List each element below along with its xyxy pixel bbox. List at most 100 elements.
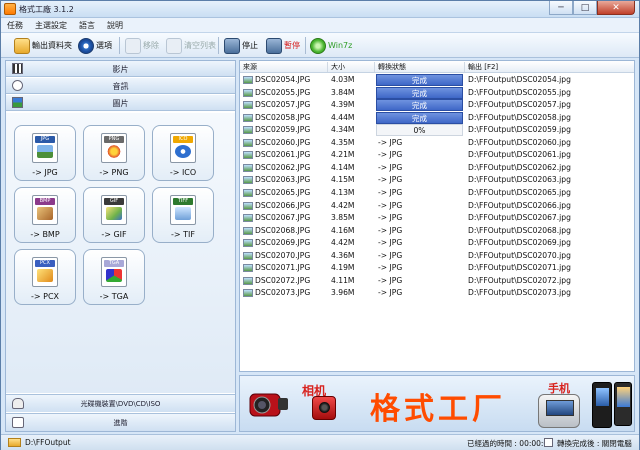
maximize-button[interactable]: □	[573, 1, 597, 15]
row-size: 4.21M	[331, 150, 355, 160]
win7z-label: Win7z	[328, 41, 353, 50]
row-size: 4.15M	[331, 175, 355, 185]
category-picture[interactable]: 圖片	[6, 95, 235, 111]
format-tga-label: -> TGA	[99, 292, 129, 301]
table-row[interactable]: DSC02058.JPG 4.44M 完成 D:\FFOutput\DSC02058.…	[240, 111, 634, 125]
row-status: 完成	[376, 86, 463, 99]
table-row[interactable]: DSC02062.JPG 4.14M -> JPG D:\FFOutput\DSC02…	[240, 162, 634, 175]
table-row[interactable]: DSC02068.JPG 4.16M -> JPG D:\FFOutput\DSC02…	[240, 225, 634, 238]
column-size[interactable]: 大小	[331, 62, 345, 72]
clear-list-label: 清空列表	[184, 41, 216, 50]
pause-button[interactable]: 暫停	[266, 36, 300, 55]
menu-bar: 任務 主選設定 語言 說明	[1, 18, 639, 33]
row-status: -> JPG	[378, 250, 403, 260]
row-source: DSC02060.JPG	[255, 137, 311, 147]
options-icon	[78, 37, 94, 54]
image-file-icon	[243, 239, 253, 248]
title-bar[interactable]: 格式工廠 3.1.2 ─ □ ✕	[1, 1, 639, 18]
image-icon	[106, 269, 122, 282]
table-row[interactable]: DSC02073.JPG 3.96M -> JPG D:\FFOutput\DSC02…	[240, 287, 634, 300]
image-file-icon	[243, 276, 253, 285]
category-advanced[interactable]: 進階	[6, 413, 235, 431]
output-folder-label: 輸出資料夾	[32, 41, 72, 50]
output-path[interactable]: D:\FFOutput	[25, 438, 71, 447]
landscape-icon	[37, 145, 53, 158]
row-status: -> JPG	[378, 275, 403, 285]
format-gif-button[interactable]: GIF -> GIF	[83, 187, 145, 243]
folder-icon	[14, 37, 30, 54]
category-rom-device[interactable]: 光碟機裝置\DVD\CD\ISO	[6, 394, 235, 412]
format-png-button[interactable]: PNG -> PNG	[83, 125, 145, 181]
row-source: DSC02054.JPG	[255, 75, 311, 84]
mobile-phone-icon	[592, 382, 612, 428]
clear-list-icon	[166, 37, 182, 54]
image-file-icon	[243, 138, 253, 147]
row-size: 4.44M	[331, 112, 355, 122]
menu-language[interactable]: 語言	[79, 20, 95, 31]
row-output: D:\FFOutput\DSC02069.jpg	[468, 238, 571, 248]
menu-help[interactable]: 說明	[107, 20, 123, 31]
remove-icon	[125, 37, 141, 54]
jpg-file-icon: JPG	[32, 133, 58, 163]
column-output[interactable]: 輸出 [F2]	[468, 62, 498, 72]
format-jpg-button[interactable]: JPG -> JPG	[14, 125, 76, 181]
table-row[interactable]: DSC02067.JPG 3.85M -> JPG D:\FFOutput\DSC02…	[240, 212, 634, 225]
remove-button[interactable]: 移除	[125, 36, 159, 55]
format-ico-button[interactable]: ICO -> ICO	[152, 125, 214, 181]
win7z-button[interactable]: Win7z	[310, 36, 352, 55]
row-output: D:\FFOutput\DSC02054.jpg	[468, 75, 571, 84]
column-source[interactable]: 來源	[243, 62, 257, 72]
image-file-icon	[243, 226, 253, 235]
format-pcx-button[interactable]: PCX -> PCX	[14, 249, 76, 305]
row-size: 4.16M	[331, 225, 355, 235]
table-row[interactable]: DSC02069.JPG 4.42M -> JPG D:\FFOutput\DSC02…	[240, 237, 634, 250]
category-audio-label: 音訊	[112, 82, 129, 91]
camcorder-icon	[244, 384, 292, 424]
table-row[interactable]: DSC02071.JPG 4.19M -> JPG D:\FFOutput\DSC02…	[240, 262, 634, 275]
table-row[interactable]: DSC02061.JPG 4.21M -> JPG D:\FFOutput\DSC02…	[240, 149, 634, 162]
table-row[interactable]: DSC02059.JPG 4.34M 0% D:\FFOutput\DSC02059.…	[240, 124, 634, 137]
format-bmp-label: -> BMP	[30, 230, 60, 239]
toolbar-divider	[119, 37, 120, 54]
close-button[interactable]: ✕	[597, 1, 635, 15]
table-row[interactable]: DSC02072.JPG 4.11M -> JPG D:\FFOutput\DSC02…	[240, 275, 634, 288]
row-status: -> JPG	[378, 200, 403, 210]
after-convert-action[interactable]: 轉換完成後 : 關閉電腦	[557, 438, 632, 449]
table-row[interactable]: DSC02060.JPG 4.35M -> JPG D:\FFOutput\DSC02…	[240, 137, 634, 150]
row-source: DSC02059.JPG	[255, 125, 311, 135]
table-row[interactable]: DSC02066.JPG 4.42M -> JPG D:\FFOutput\DSC02…	[240, 200, 634, 213]
folder-icon[interactable]	[8, 438, 21, 447]
row-output: D:\FFOutput\DSC02055.jpg	[468, 87, 571, 97]
table-row[interactable]: DSC02065.JPG 4.13M -> JPG D:\FFOutput\DSC02…	[240, 187, 634, 200]
format-tif-button[interactable]: TIFF -> TIF	[152, 187, 214, 243]
menu-task[interactable]: 任務	[7, 20, 23, 31]
minimize-button[interactable]: ─	[549, 1, 573, 15]
table-row[interactable]: DSC02057.JPG 4.39M 完成 D:\FFOutput\DSC02057.…	[240, 99, 634, 112]
image-icon	[37, 269, 53, 282]
camera-icon	[312, 396, 336, 420]
image-file-icon	[243, 88, 253, 97]
handheld-device-icon	[538, 394, 580, 428]
row-source: DSC02070.JPG	[255, 250, 311, 260]
table-row[interactable]: DSC02063.JPG 4.15M -> JPG D:\FFOutput\DSC02…	[240, 174, 634, 187]
table-row[interactable]: DSC02054.JPG 4.03M 完成 D:\FFOutput\DSC02054.…	[240, 74, 634, 87]
table-row[interactable]: DSC02070.JPG 4.36M -> JPG D:\FFOutput\DSC02…	[240, 250, 634, 263]
row-status: 完成	[376, 111, 463, 124]
mobile-phone-icon	[614, 382, 632, 426]
stop-button[interactable]: 停止	[224, 36, 258, 55]
image-file-icon	[243, 188, 253, 197]
category-audio[interactable]: 音訊	[6, 78, 235, 94]
table-row[interactable]: DSC02055.JPG 3.84M 完成 D:\FFOutput\DSC02055.…	[240, 86, 634, 100]
row-status: 完成	[376, 99, 463, 112]
column-status[interactable]: 轉換狀態	[378, 62, 406, 72]
format-bmp-button[interactable]: BMP -> BMP	[14, 187, 76, 243]
output-folder-button[interactable]: 輸出資料夾	[14, 36, 72, 55]
after-convert-checkbox[interactable]	[544, 438, 553, 447]
format-jpg-label: -> JPG	[32, 168, 58, 177]
menu-settings[interactable]: 主選設定	[35, 20, 67, 31]
format-tga-button[interactable]: TGA -> TGA	[83, 249, 145, 305]
clear-list-button[interactable]: 清空列表	[166, 36, 216, 55]
category-video[interactable]: 影片	[6, 61, 235, 77]
format-gif-label: -> GIF	[101, 230, 127, 239]
options-button[interactable]: 選項	[78, 36, 112, 55]
